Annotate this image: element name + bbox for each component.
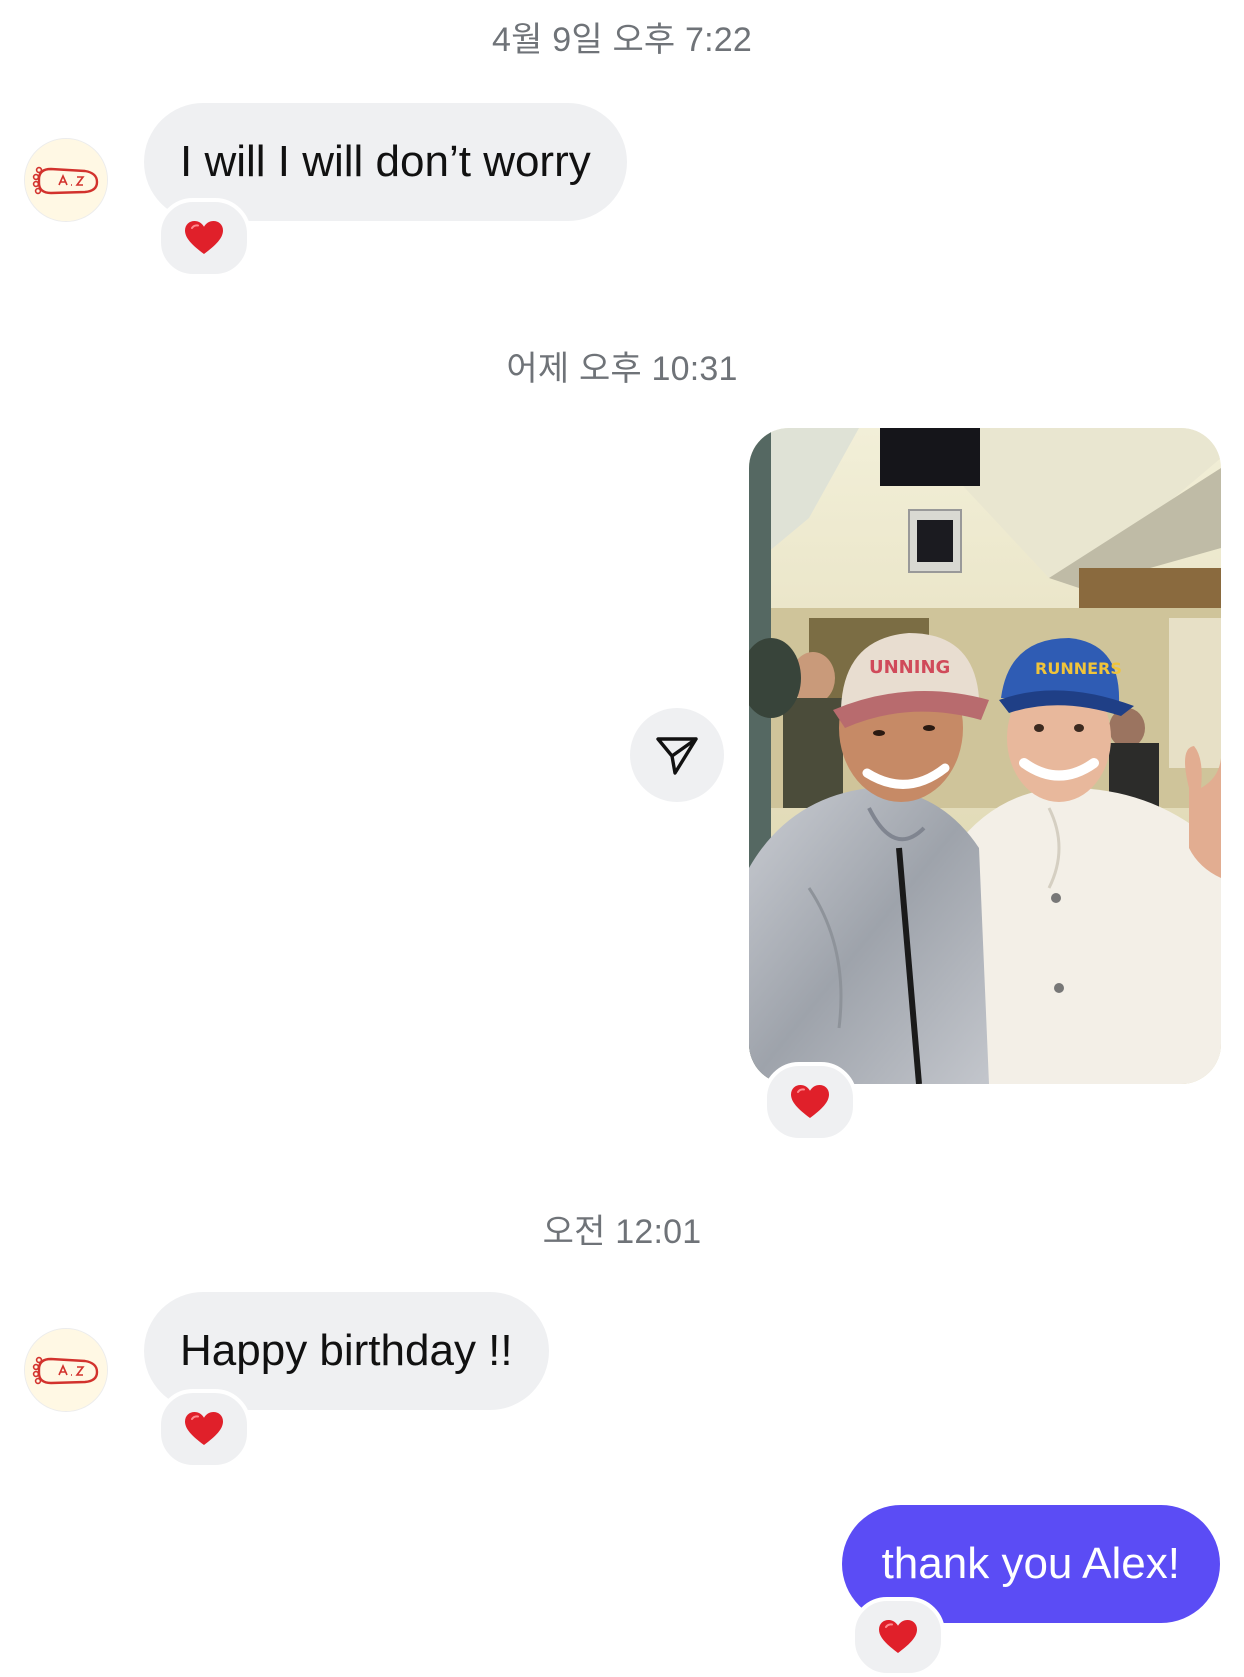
shared-photo[interactable]: RUNNERS UNNING <box>749 428 1221 1084</box>
share-button[interactable] <box>630 708 724 802</box>
reaction-badge[interactable] <box>763 1062 857 1142</box>
svg-text:RUNNERS: RUNNERS <box>1035 659 1122 678</box>
selfie-photo: RUNNERS UNNING <box>749 428 1221 1084</box>
reaction-badge[interactable] <box>157 198 251 278</box>
timestamp: 4월 9일 오후 7:22 <box>491 21 753 59</box>
heart-icon <box>185 1412 223 1445</box>
footprint-avatar-icon <box>25 1329 107 1411</box>
contact-avatar[interactable] <box>24 138 108 222</box>
timestamp: 어제 오후 10:31 <box>506 350 738 388</box>
paper-plane-icon <box>656 737 698 775</box>
heart-icon <box>791 1085 829 1118</box>
footprint-avatar-icon <box>25 139 107 221</box>
reaction-badge[interactable] <box>157 1389 251 1469</box>
contact-avatar[interactable] <box>24 1328 108 1412</box>
svg-text:UNNING: UNNING <box>869 657 950 678</box>
reaction-badge[interactable] <box>851 1597 945 1677</box>
heart-icon <box>879 1620 917 1653</box>
heart-icon <box>185 221 223 254</box>
timestamp: 오전 12:01 <box>542 1213 702 1251</box>
